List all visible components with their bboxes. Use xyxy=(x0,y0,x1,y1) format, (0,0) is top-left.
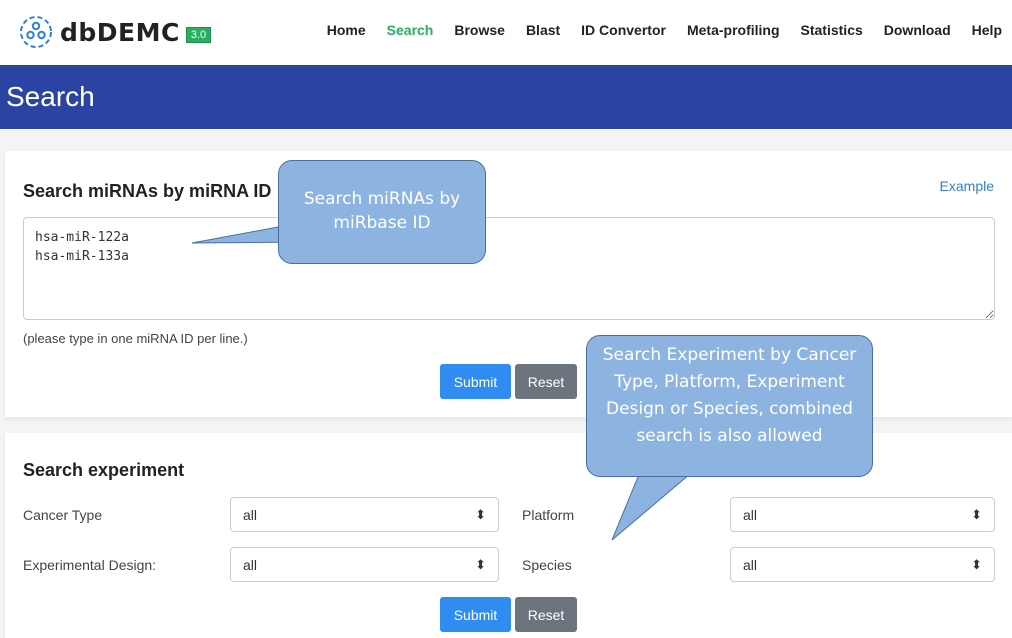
nav-id-convertor[interactable]: ID Convertor xyxy=(581,22,666,38)
experiment-reset-button[interactable]: Reset xyxy=(515,597,577,632)
mirna-submit-button[interactable]: Submit xyxy=(440,364,511,399)
nav-menu: Home Search Browse Blast ID Convertor Me… xyxy=(306,22,1002,38)
sort-arrows-icon: ⬍ xyxy=(971,506,982,522)
platform-label: Platform xyxy=(522,507,575,523)
logo[interactable]: dbDEMC 3.0 xyxy=(18,12,212,52)
platform-value: all xyxy=(743,506,758,523)
nav-home[interactable]: Home xyxy=(327,22,366,38)
species-value: all xyxy=(743,556,758,573)
mirna-callout-text: Search miRNAs by miRbase ID xyxy=(303,189,461,233)
mirna-input-hint: (please type in one miRNA ID per line.) xyxy=(23,331,248,346)
app-name: dbDEMC xyxy=(60,17,180,47)
mirna-reset-button[interactable]: Reset xyxy=(515,364,577,399)
platform-select[interactable]: all ⬍ xyxy=(730,497,995,532)
nav-statistics[interactable]: Statistics xyxy=(801,22,863,38)
mirna-search-title: Search miRNAs by miRNA ID xyxy=(23,181,272,201)
example-link[interactable]: Example xyxy=(940,178,994,194)
species-select[interactable]: all ⬍ xyxy=(730,547,995,582)
species-label: Species xyxy=(522,557,572,573)
sort-arrows-icon: ⬍ xyxy=(475,556,486,572)
experiment-callout-text: Search Experiment by Cancer Type, Platfo… xyxy=(602,345,857,446)
top-navbar: dbDEMC 3.0 Home Search Browse Blast ID C… xyxy=(0,0,1012,65)
cancer-type-select[interactable]: all ⬍ xyxy=(230,497,499,532)
experiment-submit-button[interactable]: Submit xyxy=(440,597,511,632)
nav-download[interactable]: Download xyxy=(884,22,951,38)
sort-arrows-icon: ⬍ xyxy=(971,556,982,572)
version-badge: 3.0 xyxy=(185,27,212,43)
page-header-banner: Search xyxy=(0,65,1012,129)
nav-meta-profiling[interactable]: Meta-profiling xyxy=(687,22,780,38)
experiment-callout: Search Experiment by Cancer Type, Platfo… xyxy=(586,335,873,477)
sort-arrows-icon: ⬍ xyxy=(475,506,486,522)
molecule-icon xyxy=(20,16,52,48)
experimental-design-label: Experimental Design: xyxy=(23,557,157,573)
cancer-type-value: all xyxy=(243,506,258,523)
mirna-id-textarea[interactable]: hsa-miR-122a hsa-miR-133a xyxy=(23,217,995,320)
nav-blast[interactable]: Blast xyxy=(526,22,560,38)
nav-search[interactable]: Search xyxy=(387,22,434,38)
experiment-search-title: Search experiment xyxy=(23,460,185,480)
page-title: Search xyxy=(6,81,95,112)
cancer-type-label: Cancer Type xyxy=(23,507,103,523)
nav-browse[interactable]: Browse xyxy=(454,22,505,38)
mirna-callout: Search miRNAs by miRbase ID xyxy=(278,160,486,264)
nav-help[interactable]: Help xyxy=(972,22,1002,38)
experimental-design-select[interactable]: all ⬍ xyxy=(230,547,499,582)
experimental-design-value: all xyxy=(243,556,258,573)
